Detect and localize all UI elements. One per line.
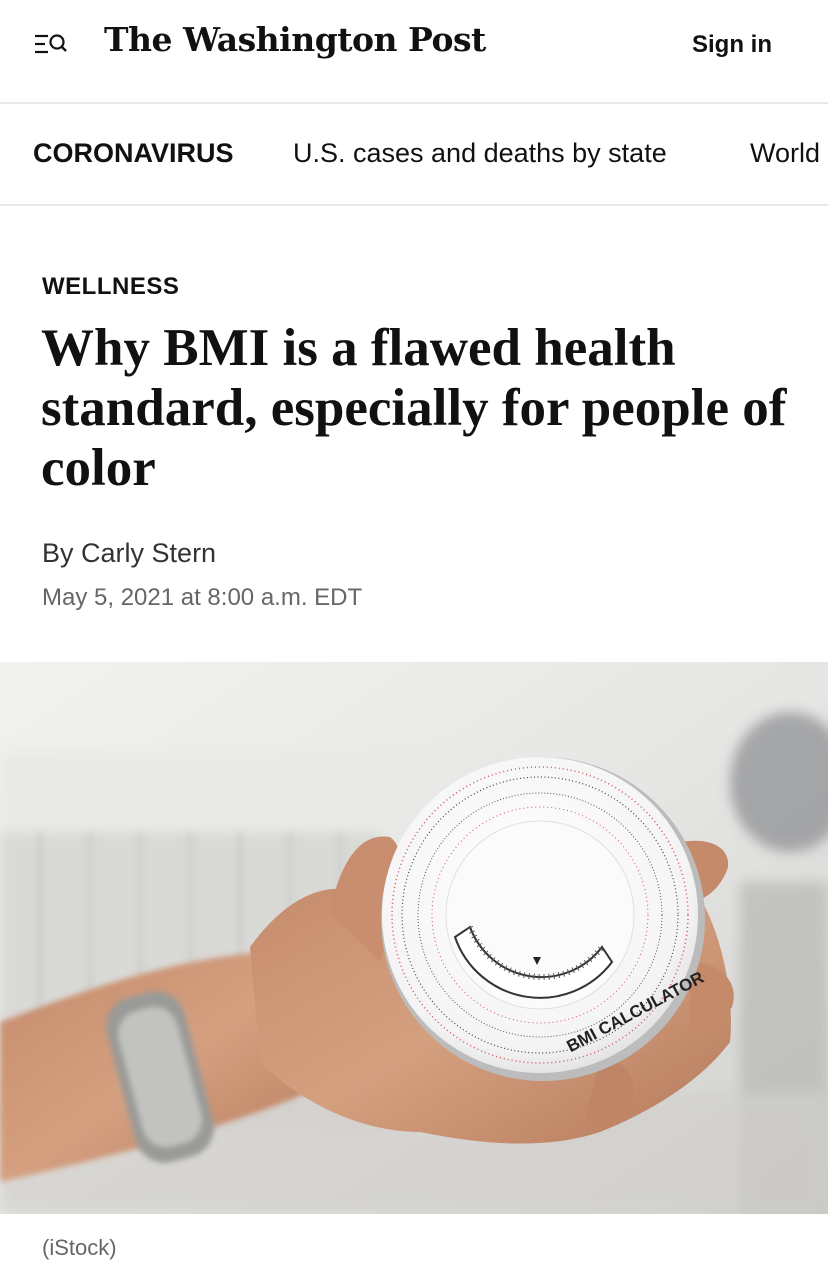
nav-section-coronavirus[interactable]: CORONAVIRUS [33, 138, 234, 169]
byline-author[interactable]: Carly Stern [81, 538, 216, 568]
byline: By Carly Stern [42, 538, 216, 569]
publish-date: May 5, 2021 at 8:00 a.m. EDT [42, 584, 363, 611]
section-nav: CORONAVIRUS U.S. cases and deaths by sta… [0, 104, 828, 206]
bmi-calculator-photo: BMI CALCULATOR [0, 662, 828, 1214]
top-header: The Washington Post Sign in [0, 0, 828, 104]
byline-prefix: By [42, 538, 74, 568]
article-headline: Why BMI is a flawed health standard, esp… [41, 319, 787, 497]
article-kicker[interactable]: WELLNESS [42, 273, 179, 301]
lead-image: BMI CALCULATOR [0, 662, 828, 1214]
bmi-calculator-disc: BMI CALCULATOR [381, 757, 707, 1081]
image-caption: (iStock) [42, 1235, 117, 1260]
washington-post-logo[interactable]: The Washington Post [104, 20, 486, 59]
nav-link-us-cases[interactable]: U.S. cases and deaths by state [293, 138, 667, 169]
sign-in-link[interactable]: Sign in [692, 31, 772, 59]
menu-search-icon[interactable] [34, 32, 68, 58]
nav-link-world[interactable]: World [750, 138, 820, 169]
